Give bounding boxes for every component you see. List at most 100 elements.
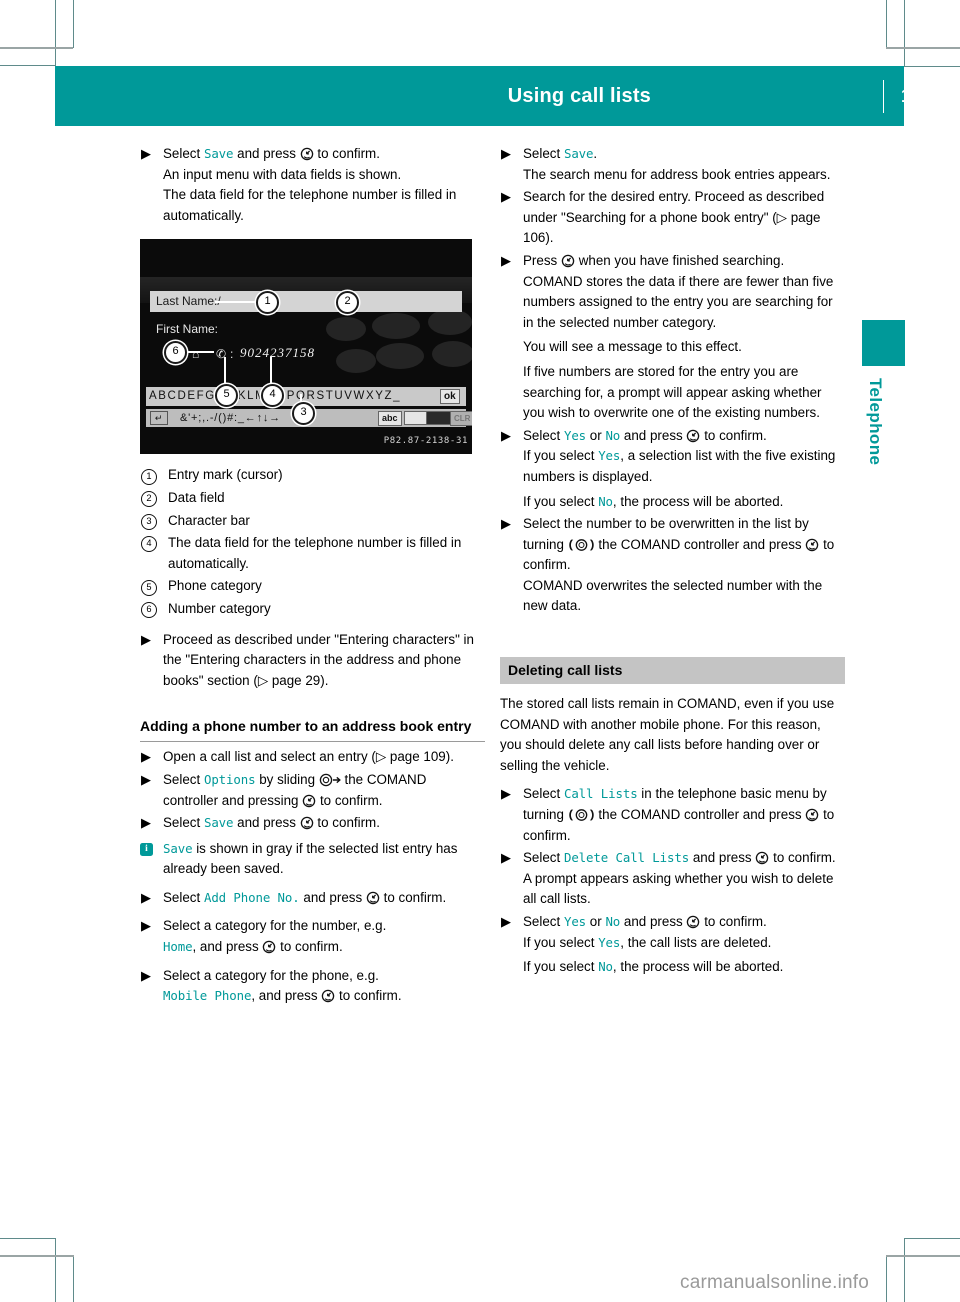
step-bullet-icon: ▶	[501, 914, 511, 929]
step-text-lead: Select	[163, 815, 201, 831]
step-text-lead: Select	[523, 427, 561, 443]
figure-keypad-blob	[372, 313, 420, 340]
step-result-line-yes: If you select Yes, a selection list with…	[523, 446, 845, 487]
step-bullet-icon: ▶	[141, 815, 151, 831]
result-text-a: If you select	[523, 493, 595, 509]
figure-clr-button[interactable]: CLR	[450, 411, 472, 427]
crop-mark-bottom-right-inner	[904, 1238, 905, 1302]
result-text-a: If you select	[523, 934, 595, 950]
figure-colon: :	[230, 347, 234, 362]
step-text-lead: Select	[523, 786, 561, 802]
step-text-lead: Select	[163, 889, 201, 905]
ui-term-yes: Yes	[598, 934, 621, 950]
step-text-tail: when you have finished searching.	[578, 252, 785, 268]
ui-term-no: No	[598, 493, 613, 509]
crop-mark-top-left-horizontal-gray	[0, 47, 73, 49]
step-search-entry: ▶ Search for the desired entry. Proceed …	[500, 187, 845, 249]
legend-text: The data field for the telephone number …	[168, 535, 462, 571]
ui-term-save: Save	[563, 146, 594, 161]
press-controller-icon	[686, 429, 700, 443]
step-text-mid-2: the COMAND controller and press	[598, 807, 802, 823]
step-select-options: ▶ Select Options by sliding the COMAND c…	[140, 770, 485, 811]
step-text-mid: and press	[237, 146, 296, 161]
press-controller-icon	[561, 254, 575, 268]
result-text-b: , the process will be aborted.	[612, 493, 784, 509]
figure-last-name-field: Last Name:/	[150, 291, 462, 313]
ui-term-no: No	[605, 427, 621, 443]
note-text: is shown in gray if the selected list en…	[163, 840, 458, 877]
step-select-yes-no-delete: ▶ Select Yes or No and press to confirm.…	[500, 912, 845, 978]
step-text-tail: to confirm.	[280, 939, 343, 955]
crop-mark-bottom-right-horizontal-gray	[886, 1255, 960, 1257]
step-bullet-icon: ▶	[501, 427, 511, 443]
step-text: Open a call list and select an entry (▷ …	[163, 749, 454, 765]
step-bullet-icon: ▶	[501, 786, 511, 802]
crop-mark-top-right-horizontal-gray	[886, 47, 960, 49]
press-controller-icon	[262, 940, 276, 954]
section-heading-deleting-call-lists: Deleting call lists	[500, 657, 845, 685]
step-bullet-icon: ▶	[501, 189, 511, 205]
figure-ok-button[interactable]: ok	[440, 389, 460, 405]
legend-number: 1	[141, 468, 157, 485]
step-result-line-3: If five numbers are stored for the entry…	[523, 363, 822, 421]
legend-number: 2	[141, 491, 157, 508]
crop-mark-top-left-inner	[55, 0, 56, 66]
step-select-delete-call-lists: ▶ Select Delete Call Lists and press to …	[500, 848, 845, 910]
crop-mark-bottom-left-outer	[73, 1256, 74, 1302]
figure-leader-line	[186, 351, 214, 353]
step-press-finish-searching: ▶ Press when you have finished searching…	[500, 251, 845, 424]
figure-keypad-blob	[432, 341, 472, 368]
step-bullet-icon: ▶	[141, 146, 151, 161]
figure-back-button[interactable]: ↵	[150, 411, 168, 426]
press-controller-icon	[755, 851, 769, 865]
step-result-line-yes: If you select Yes, the call lists are de…	[523, 933, 845, 954]
step-text: Search for the desired entry. Proceed as…	[523, 189, 825, 246]
ui-term-home: Home	[163, 939, 193, 955]
step-text-lead: Press	[523, 252, 558, 268]
step-result-line: A prompt appears asking whether you wish…	[523, 870, 834, 907]
turn-controller-icon	[568, 538, 595, 552]
step-text-mid: and press	[303, 889, 363, 905]
figure-abc-toggle[interactable]: abc	[378, 411, 402, 427]
step-bullet-icon: ▶	[501, 516, 511, 532]
page-title: Using call lists	[507, 85, 651, 107]
legend-text: Phone category	[168, 578, 262, 594]
step-result-line-1: COMAND stores the data if there are fewe…	[523, 273, 834, 330]
ui-term-no: No	[598, 959, 613, 975]
step-text-mid: and press	[623, 427, 683, 443]
legend-item: 2 Data field	[140, 488, 485, 509]
figure-leader-line	[215, 301, 257, 303]
step-text-mid: , and press	[251, 988, 318, 1004]
figure-space-button[interactable]	[404, 411, 428, 426]
crop-mark-bottom-right-outer	[886, 1256, 887, 1302]
step-result-line-1: An input menu with data fields is shown.	[163, 166, 402, 182]
left-text-column: ▶ Select Save and press to confirm. An i…	[140, 142, 485, 1007]
press-controller-icon	[321, 989, 335, 1003]
crop-mark-bottom-right-horizontal	[904, 1238, 960, 1239]
step-result-line-no: If you select No, the process will be ab…	[523, 957, 845, 978]
step-text-lead: Select	[523, 146, 561, 161]
step-text-mid: the COMAND controller and press	[598, 536, 802, 552]
header-divider	[883, 80, 884, 113]
step-bullet-icon: ▶	[141, 918, 151, 934]
ui-term-mobile-phone: Mobile Phone	[163, 988, 252, 1004]
step-bullet-icon: ▶	[141, 771, 151, 787]
step-select-save-input-menu: ▶ Select Save and press to confirm. An i…	[140, 144, 485, 226]
figure-keypad-blob	[428, 309, 472, 336]
ui-term-options: Options	[203, 771, 256, 787]
step-bullet-icon: ▶	[141, 889, 151, 905]
result-text-b: , the process will be aborted.	[612, 959, 784, 975]
legend-number: 3	[141, 513, 157, 530]
ui-term-no: No	[605, 914, 621, 929]
chapter-tab-label: Telephone	[866, 378, 885, 466]
ui-term-save: Save	[203, 815, 234, 831]
step-bullet-icon: ▶	[141, 749, 151, 765]
site-watermark: carmanualsonline.info	[680, 1272, 870, 1293]
ui-term-yes: Yes	[598, 448, 621, 464]
step-bullet-icon: ▶	[501, 146, 511, 161]
step-text-lead: Select a category for the number, e.g.	[163, 918, 387, 934]
press-controller-icon	[302, 794, 316, 808]
press-controller-icon	[300, 816, 314, 830]
ui-term-add-phone-no: Add Phone No.	[203, 889, 300, 905]
legend-number: 4	[141, 536, 157, 553]
